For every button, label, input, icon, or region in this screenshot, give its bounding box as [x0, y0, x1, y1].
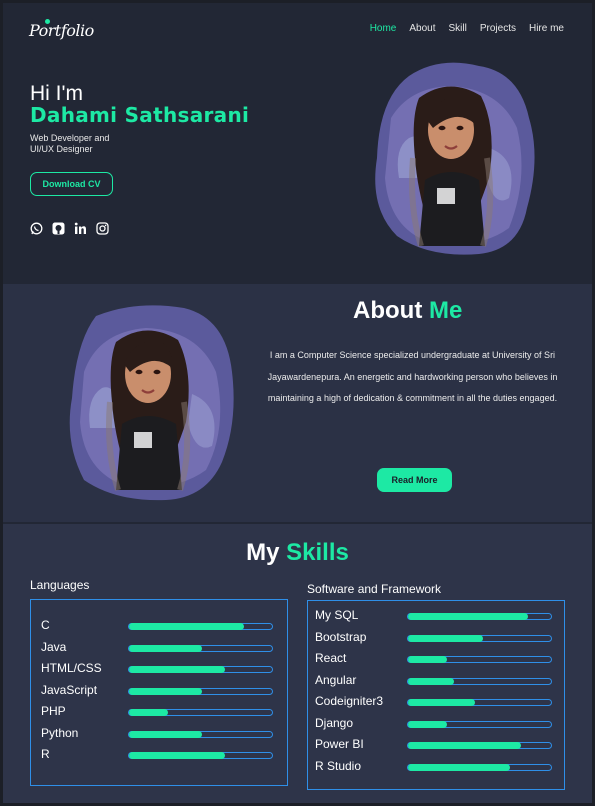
skill-progress-fill [129, 666, 225, 673]
read-more-button[interactable]: Read More [377, 468, 452, 492]
skill-label: C [41, 618, 50, 632]
software-box: My SQL Bootstrap React Angular Codeigniter3 D… [307, 600, 565, 790]
skill-label: Django [315, 715, 354, 730]
skill-progress-fill [408, 613, 528, 620]
skill-progress-fill [408, 677, 454, 685]
languages-skill-row: R [31, 745, 287, 765]
skill-progress-bar [128, 666, 273, 673]
skill-label: Power BI [315, 737, 364, 751]
skill-progress-bar [407, 763, 552, 771]
hero-section: Portfolio Home About Skill Projects Hire… [3, 3, 592, 281]
role-line-1: Web Developer and [30, 133, 110, 143]
skill-progress-bar [407, 656, 552, 663]
skill-label: React [315, 651, 347, 665]
skills-title: My Skills [3, 539, 592, 567]
languages-skill-row: Python [31, 724, 287, 744]
skill-label: PHP [41, 704, 66, 718]
nav-about[interactable]: About [409, 23, 435, 34]
skill-progress-bar [407, 742, 552, 749]
software-skill-row: Django [308, 714, 564, 734]
skill-progress-bar [407, 677, 552, 685]
skill-progress-bar [407, 634, 552, 642]
skill-label: R Studio [315, 758, 362, 773]
social-links [30, 222, 109, 235]
skill-label: Angular [315, 672, 357, 687]
software-skill-row: Bootstrap [308, 628, 564, 648]
skill-progress-fill [129, 752, 225, 759]
role-line-2: UI/UX Designer [30, 144, 93, 154]
about-portrait [65, 302, 237, 502]
languages-box: C Java HTML/CSS JavaScript PHP Python R [30, 599, 288, 786]
about-paragraph: I am a Computer Science specialized unde… [267, 350, 558, 403]
languages-skill-row: HTML/CSS [31, 659, 287, 679]
skills-section: My Skills Languages C Java HTML/CSS JavaScr… [3, 524, 592, 803]
software-title: Software and Framework [307, 582, 442, 596]
software-skill-row: My SQL [308, 606, 564, 626]
main-nav: Home About Skill Projects Hire me [357, 23, 564, 34]
skill-progress-fill [129, 730, 202, 738]
skill-progress-bar [128, 644, 273, 652]
hero-role: Web Developer and UI/UX Designer [30, 133, 140, 155]
nav-skill[interactable]: Skill [449, 23, 467, 34]
software-skill-row: Codeigniter3 [308, 692, 564, 712]
skill-progress-bar [407, 699, 552, 706]
skill-progress-bar [407, 613, 552, 620]
skill-progress-fill [408, 699, 475, 706]
skill-progress-fill [408, 742, 521, 749]
nav-home[interactable]: Home [370, 23, 397, 34]
skill-progress-bar [128, 687, 273, 695]
skill-progress-fill [408, 656, 447, 663]
about-title: About Me [353, 297, 462, 325]
skill-progress-bar [128, 752, 273, 759]
whatsapp-icon[interactable] [30, 222, 43, 235]
about-section: About Me I am a Computer Science special… [3, 284, 592, 522]
skill-progress-fill [129, 709, 168, 716]
github-icon[interactable] [52, 222, 65, 235]
download-cv-button[interactable]: Download CV [30, 172, 113, 196]
software-skill-row: R Studio [308, 757, 564, 777]
skill-progress-fill [129, 644, 202, 652]
page: Portfolio Home About Skill Projects Hire… [3, 3, 592, 803]
languages-skill-row: JavaScript [31, 681, 287, 701]
about-title-green: Me [428, 297, 463, 324]
skill-label: My SQL [315, 608, 359, 622]
linkedin-icon[interactable] [74, 222, 87, 235]
skill-progress-bar [128, 730, 273, 738]
skill-label: HTML/CSS [41, 661, 102, 675]
skill-progress-bar [128, 623, 273, 630]
languages-skill-row: C [31, 616, 287, 636]
languages-skill-row: PHP [31, 702, 287, 722]
skill-label: JavaScript [41, 682, 98, 697]
hero-name: Dahami Sathsarani [30, 103, 250, 127]
skill-progress-fill [408, 720, 447, 728]
skill-progress-fill [129, 623, 244, 630]
software-skill-row: React [308, 649, 564, 669]
logo-text: Portfolio [29, 21, 94, 40]
skill-label: Codeigniter3 [315, 694, 384, 708]
skill-label: Python [41, 725, 79, 740]
about-title-white: About [353, 297, 429, 324]
nav-hire-me[interactable]: Hire me [529, 23, 564, 34]
skill-label: R [41, 747, 50, 761]
instagram-icon[interactable] [96, 222, 109, 235]
languages-skill-row: Java [31, 638, 287, 658]
nav-projects[interactable]: Projects [480, 23, 516, 34]
skills-title-green: Skills [286, 539, 349, 566]
skill-label: Bootstrap [315, 629, 367, 644]
software-skill-row: Angular [308, 671, 564, 691]
skills-title-white: My [246, 539, 287, 566]
skill-progress-fill [408, 634, 483, 642]
languages-title: Languages [30, 578, 90, 592]
skill-progress-fill [129, 687, 202, 695]
software-skill-row: Power BI [308, 735, 564, 755]
logo[interactable]: Portfolio [29, 17, 94, 45]
skill-progress-bar [128, 709, 273, 716]
skill-label: Java [41, 639, 67, 654]
hero-portrait [369, 58, 539, 258]
skill-progress-fill [408, 763, 510, 771]
skill-progress-bar [407, 720, 552, 728]
